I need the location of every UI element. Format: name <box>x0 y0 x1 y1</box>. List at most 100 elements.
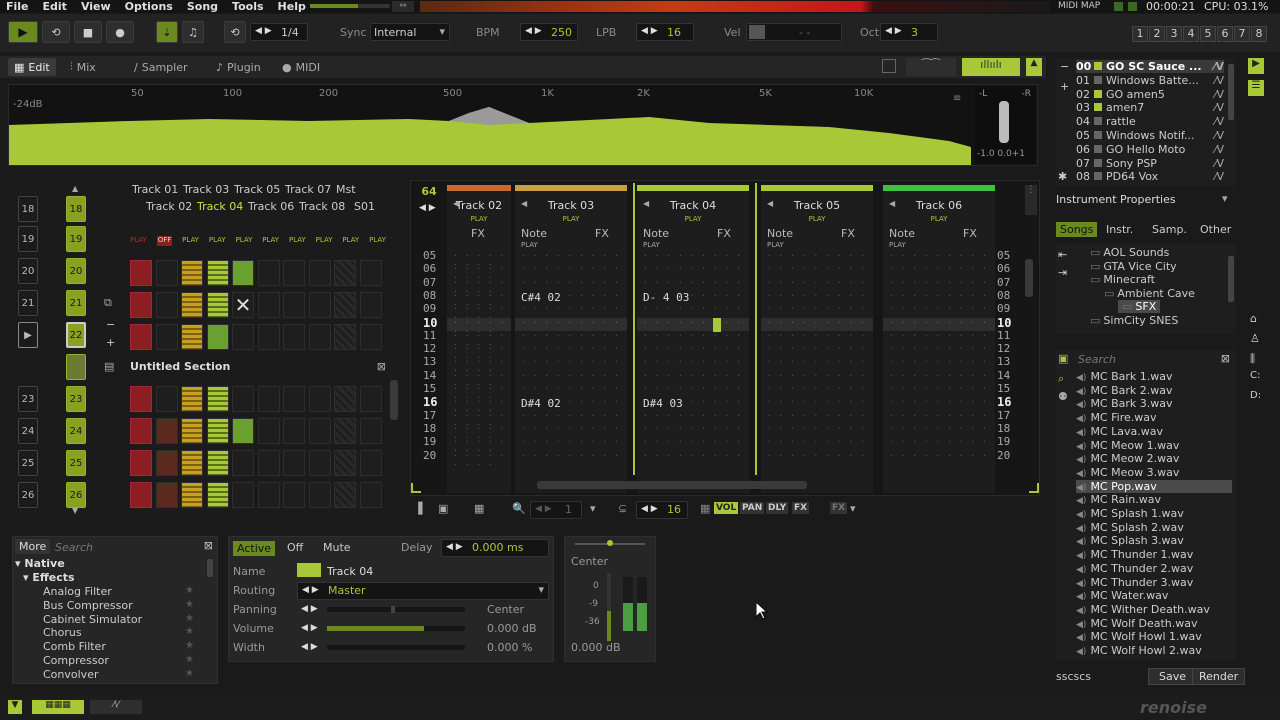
empty-line[interactable]: · · · · · · · · · <box>889 344 988 353</box>
chevron-down-icon[interactable]: ▾ <box>1222 192 1228 205</box>
sequence-slot[interactable]: 18 <box>18 196 38 222</box>
pattern-track[interactable]: Track 06 ◀ PLAY Note FX PLAY · · · · · · · · ·… <box>883 185 995 493</box>
empty-line[interactable]: · · · · · · · · · <box>767 331 866 340</box>
preview-icon[interactable]: ⚉ <box>1058 390 1068 403</box>
off-button[interactable]: Off <box>287 541 303 554</box>
sequence-slot[interactable]: 26 <box>18 482 38 508</box>
dsp-search-input[interactable]: Search <box>55 541 93 554</box>
close-icon[interactable]: ⊠ <box>1221 352 1230 365</box>
matrix-slot[interactable] <box>359 418 382 444</box>
empty-line[interactable]: · · · · · · · · · <box>767 384 866 393</box>
empty-line[interactable]: · · · · · · · · · <box>889 437 988 446</box>
matrix-slot[interactable] <box>257 386 280 412</box>
sequence-slot[interactable]: 25 <box>66 450 86 476</box>
tab-plugin[interactable]: ♪ Plugin <box>210 58 267 76</box>
drive-c[interactable]: C: <box>1250 370 1260 381</box>
sequence-slot[interactable]: 21 <box>66 290 86 316</box>
section-name[interactable]: Untitled Section <box>130 360 230 373</box>
instrument-item[interactable]: 05 Windows Notif... ⁄V <box>1076 129 1224 142</box>
chevron-left-icon[interactable]: ◀ <box>453 199 459 208</box>
chevron-left-icon[interactable]: ◀ <box>889 199 895 208</box>
empty-line[interactable]: · · · · · · · · · <box>889 331 988 340</box>
collapse-upper-button[interactable]: ▲ <box>1026 58 1042 76</box>
save-name-field[interactable]: sscscs <box>1056 670 1091 683</box>
sample-file-item[interactable]: ◀) MC Meow 2.wav <box>1076 452 1232 465</box>
midi-map-button[interactable]: MIDI MAP <box>1058 0 1100 13</box>
sample-file-item[interactable]: ◀) MC Pop.wav <box>1076 479 1232 493</box>
sequence-play-marker[interactable]: ▶ <box>18 322 38 348</box>
empty-line[interactable]: · · · · · · · · · <box>889 357 988 366</box>
sequence-slot[interactable]: 19 <box>66 226 86 252</box>
matrix-slot[interactable] <box>359 324 382 350</box>
sequence-slot[interactable]: 23 <box>66 386 86 412</box>
record-button[interactable]: ● <box>106 21 134 43</box>
empty-line[interactable]: · · · · · · · · · <box>521 357 620 366</box>
matrix-slot[interactable] <box>206 482 229 508</box>
track-name-field[interactable]: Track 04 <box>327 565 373 578</box>
menu-song[interactable]: Song <box>187 0 218 13</box>
sequence-slot[interactable]: 20 <box>18 258 38 284</box>
list-icon[interactable]: ☰ <box>1248 80 1264 96</box>
matrix-slot[interactable] <box>334 260 356 286</box>
star-icon[interactable]: ★ <box>185 640 194 651</box>
matrix-slot[interactable] <box>283 386 305 412</box>
matrix-slot[interactable] <box>257 324 280 350</box>
empty-line[interactable]: · · · · · · · · · <box>767 397 866 406</box>
arrows-icon[interactable]: ◀ ▶ <box>419 203 436 213</box>
track-name[interactable]: Track 05 <box>761 199 873 212</box>
volume-slider[interactable] <box>327 626 465 631</box>
clone-icon[interactable]: ⧉ <box>104 296 112 310</box>
matrix-slot[interactable] <box>206 324 229 350</box>
empty-line[interactable]: · · · · · · · · · <box>767 291 866 300</box>
fx-options-button[interactable]: FX <box>830 502 848 514</box>
matrix-slot[interactable] <box>232 418 254 444</box>
arrows-icon[interactable]: ◀ ▶ <box>301 604 318 614</box>
menu-options[interactable]: Options <box>125 0 173 13</box>
empty-line[interactable]: · · · · · · · · · <box>767 264 866 273</box>
sample-file-item[interactable]: ◀) MC Wither Death.wav <box>1076 603 1232 616</box>
sample-file-item[interactable]: ◀) MC Thunder 2.wav <box>1076 562 1232 575</box>
dsp-effect-item[interactable]: Cabinet Simulator <box>43 613 142 626</box>
empty-line[interactable]: · · · · · · · · · <box>521 251 620 260</box>
tab-midi[interactable]: ● MIDI <box>276 58 326 76</box>
spectrum-mode-button[interactable]: ıllıılı <box>962 58 1020 76</box>
section-icon[interactable]: ▤ <box>104 360 114 373</box>
sequence-slot[interactable]: 23 <box>18 386 38 412</box>
track-color-swatch[interactable] <box>297 563 321 577</box>
sequence-slot[interactable]: 24 <box>18 418 38 444</box>
empty-line[interactable]: · · · · · · · · · <box>767 437 866 446</box>
empty-line[interactable]: · · · · · · · · · <box>521 437 620 446</box>
sample-file-item[interactable]: ◀) MC Wolf Death.wav <box>1076 617 1232 630</box>
tab-sampler[interactable]: ∕ Sampler <box>128 58 194 76</box>
pan-knob[interactable] <box>575 540 645 546</box>
track-name[interactable]: Track 06 <box>883 199 995 212</box>
matrix-slot[interactable] <box>181 482 203 508</box>
tab-mix[interactable]: ⫶ Mix <box>64 58 102 76</box>
tab-songs[interactable]: Songs <box>1056 222 1098 237</box>
matrix-slot[interactable] <box>155 450 178 476</box>
chevron-left-icon[interactable]: ◀ <box>767 199 773 208</box>
edit-step-field[interactable]: ◀ ▶ 1 <box>530 501 582 519</box>
matrix-slot[interactable] <box>232 450 254 476</box>
track-count-4[interactable]: 4 <box>1183 26 1199 42</box>
vol-column-button[interactable]: VOL <box>714 502 739 514</box>
matrix-slot[interactable] <box>359 292 382 318</box>
empty-line[interactable]: · · · · · · · · · <box>767 371 866 380</box>
automation-toggle[interactable]: ⁄\⁄ <box>90 700 142 714</box>
empty-line[interactable]: · · · · · · · · · <box>767 451 866 460</box>
matrix-scrollbar[interactable] <box>390 380 398 420</box>
matrix-slot[interactable] <box>155 292 178 318</box>
advanced-edit-icon[interactable]: ▣ <box>438 502 448 515</box>
dsp-effect-item[interactable]: Convolver <box>43 668 98 681</box>
metronome-button[interactable]: ♫ <box>182 21 204 43</box>
minus-icon[interactable]: − <box>1060 60 1069 73</box>
sample-file-item[interactable]: ◀) MC Meow 3.wav <box>1076 466 1232 479</box>
tab-instruments[interactable]: Instr. <box>1106 223 1133 236</box>
sequence-section-slot[interactable] <box>66 354 86 380</box>
settings-icon[interactable]: ✱ <box>1058 170 1067 183</box>
matrix-slot[interactable]: ✕ <box>232 292 254 318</box>
matrix-slot[interactable] <box>308 260 331 286</box>
star-icon[interactable]: ★ <box>185 654 194 665</box>
empty-line[interactable]: · · · · · · · · · <box>889 278 988 287</box>
empty-line[interactable]: · · · · · · · · · <box>889 291 988 300</box>
